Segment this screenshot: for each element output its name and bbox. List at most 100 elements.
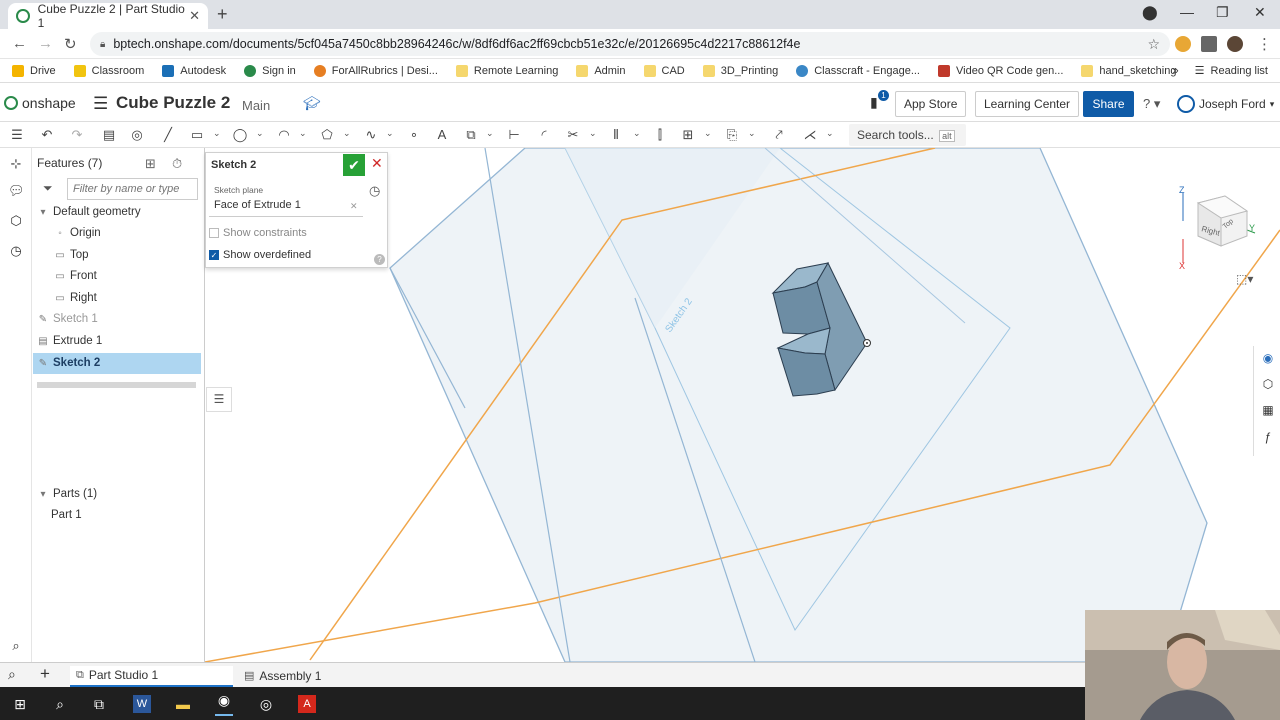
view-cube[interactable]: Right Top Z X Y xyxy=(1143,181,1263,271)
help-icon[interactable]: ? ▾ xyxy=(1143,96,1160,112)
confirm-check-icon[interactable]: ✔ xyxy=(343,154,365,176)
bookmark-drive[interactable]: Drive xyxy=(12,64,56,77)
minimize-icon[interactable]: — xyxy=(1180,4,1194,20)
acrobat-icon[interactable]: A xyxy=(298,695,316,713)
history-icon[interactable]: ◷ xyxy=(8,243,24,259)
document-title[interactable]: Cube Puzzle 2 xyxy=(116,93,230,113)
search-icon[interactable]: ⌕ xyxy=(51,695,69,713)
bookmark-hand-sketching[interactable]: hand_sketching xyxy=(1081,64,1176,77)
document-menu-icon[interactable]: ☰ xyxy=(93,94,108,114)
rectangle-tool-icon[interactable]: ▭ xyxy=(188,126,206,144)
import-dxf-icon[interactable]: ⎘ xyxy=(723,126,741,144)
rollback-timer-icon[interactable]: ⏱︎ xyxy=(172,156,182,172)
bookmark-cad[interactable]: CAD xyxy=(643,64,685,77)
comments-icon[interactable]: 💬︎ xyxy=(8,183,25,199)
search-feature-icon[interactable]: ⌕ xyxy=(8,638,24,654)
constraint-tool-icon[interactable]: ⋌ xyxy=(801,126,819,144)
feature-list-icon[interactable]: ☰ xyxy=(8,126,26,144)
offset-tool-icon[interactable]: ⫴ xyxy=(607,126,625,144)
pattern-tool-icon[interactable]: ⊞ xyxy=(679,126,697,144)
bookmark-sign-in[interactable]: Sign in xyxy=(244,64,296,77)
view-options-icon[interactable]: ⬚▾ xyxy=(1236,272,1253,286)
clear-selection-icon[interactable]: ✕ xyxy=(350,201,358,212)
extrude-icon[interactable]: ◎ xyxy=(128,126,146,144)
mirror-tool-icon[interactable]: ⫿ xyxy=(651,126,669,144)
tree-right-plane[interactable]: ▭ Right xyxy=(54,288,222,309)
task-view-icon[interactable]: ⧉ xyxy=(90,695,108,713)
recorder-icon[interactable]: ◎ xyxy=(257,695,275,713)
reload-icon[interactable]: ↻ xyxy=(64,35,77,53)
sketch-plane-field[interactable]: Sketch plane Face of Extrude 1 ✕ xyxy=(209,179,363,217)
forward-icon[interactable]: → xyxy=(38,35,53,52)
reading-list-button[interactable]: Reading list xyxy=(1211,65,1268,77)
construction-dropdown-icon[interactable]: ⌄ xyxy=(486,128,494,139)
arc-tool-icon[interactable]: ◠ xyxy=(275,126,293,144)
point-tool-icon[interactable]: ∘ xyxy=(405,126,423,144)
circle-tool-icon[interactable]: ◯ xyxy=(231,126,249,144)
bookmark-video-qr[interactable]: Video QR Code gen... xyxy=(938,64,1063,77)
tree-origin[interactable]: ◦ Origin xyxy=(54,223,222,244)
new-tab-icon[interactable]: + xyxy=(217,4,228,25)
appearance-icon[interactable]: ◉ xyxy=(1260,351,1276,367)
user-menu[interactable]: Joseph Ford ▾ xyxy=(1177,95,1274,113)
spline-dropdown-icon[interactable]: ⌄ xyxy=(386,128,394,139)
dimension-tool-icon[interactable]: ⊢ xyxy=(505,126,523,144)
branch-name[interactable]: Main xyxy=(242,98,270,113)
mass-properties-icon[interactable]: ⬡ xyxy=(1260,377,1276,393)
search-tools-field[interactable]: Search tools... alt C xyxy=(849,124,966,165)
use-tool-icon[interactable]: ⤤ xyxy=(770,126,788,144)
filter-funnel-icon[interactable]: ⏷ xyxy=(43,181,53,196)
profile-menu-icon[interactable]: ⬤ xyxy=(1142,4,1158,21)
show-overdefined-checkbox[interactable]: ✓ Show overdefined xyxy=(209,249,311,261)
help-question-icon[interactable]: ? xyxy=(374,254,385,265)
constraint-dropdown-icon[interactable]: ⌄ xyxy=(826,128,834,139)
tab-part-studio-1[interactable]: ⧉ Part Studio 1 xyxy=(70,666,233,687)
arc-dropdown-icon[interactable]: ⌄ xyxy=(299,128,307,139)
tree-part-1[interactable]: Part 1 xyxy=(51,505,219,526)
polygon-dropdown-icon[interactable]: ⌄ xyxy=(343,128,351,139)
file-explorer-icon[interactable]: ▬ xyxy=(174,695,192,713)
add-tab-icon[interactable]: + xyxy=(40,664,50,684)
line-tool-icon[interactable]: ╱ xyxy=(159,126,177,144)
rollback-bar[interactable] xyxy=(37,382,196,388)
variables-icon[interactable]: ƒ xyxy=(1260,430,1276,446)
url-field[interactable]: 🔒︎ bptech.onshape.com/documents/5cf045a7… xyxy=(90,32,1170,56)
history-clock-icon[interactable]: ◷ xyxy=(369,183,380,199)
back-icon[interactable]: ← xyxy=(12,35,27,52)
import-dropdown-icon[interactable]: ⌄ xyxy=(748,128,756,139)
measure-icon[interactable]: ▦ xyxy=(1260,403,1276,419)
onshape-logo[interactable]: onshape xyxy=(4,95,76,111)
close-window-icon[interactable]: ✕ xyxy=(1254,4,1266,21)
word-icon[interactable]: W xyxy=(133,695,151,713)
show-constraints-checkbox[interactable]: Show constraints xyxy=(209,227,307,239)
tree-sketch-2[interactable]: ✎ Sketch 2 xyxy=(33,353,201,374)
spline-tool-icon[interactable]: ∿ xyxy=(362,126,380,144)
notifications-icon[interactable]: ▮ 1 xyxy=(870,90,889,111)
tree-sketch-1[interactable]: ✎ Sketch 1 xyxy=(37,309,205,330)
trim-dropdown-icon[interactable]: ⌄ xyxy=(589,128,597,139)
bookmark-admin[interactable]: Admin xyxy=(576,64,626,77)
rectangle-dropdown-icon[interactable]: ⌄ xyxy=(213,128,221,139)
bookmark-autodesk[interactable]: Autodesk xyxy=(162,64,226,77)
circle-dropdown-icon[interactable]: ⌄ xyxy=(256,128,264,139)
bookmark-classcraft[interactable]: Classcraft - Engage... xyxy=(796,64,920,77)
tree-default-geometry[interactable]: ▾ Default geometry xyxy=(37,202,205,223)
text-tool-icon[interactable]: A xyxy=(433,126,451,144)
browser-tab[interactable]: Cube Puzzle 2 | Part Studio 1 ✕ xyxy=(8,2,208,30)
tab-manager-icon[interactable]: ⌕ xyxy=(8,666,16,683)
bookmark-star-icon[interactable]: ☆ xyxy=(1147,36,1160,53)
tree-parts[interactable]: ▾ Parts (1) xyxy=(37,484,205,505)
graduation-cap-icon[interactable]: 🎓︎ xyxy=(303,95,321,112)
trim-tool-icon[interactable]: ✂ xyxy=(564,126,582,144)
tree-extrude-1[interactable]: ▤ Extrude 1 xyxy=(37,331,205,352)
bookmark-remote-learning[interactable]: Remote Learning xyxy=(455,64,558,77)
tab-assembly-1[interactable]: ▤ Assembly 1 xyxy=(238,666,401,687)
sketch-icon[interactable]: ▤ xyxy=(100,126,118,144)
polygon-tool-icon[interactable]: ⬠ xyxy=(318,126,336,144)
extension-icon[interactable] xyxy=(1175,36,1191,52)
tree-top-plane[interactable]: ▭ Top xyxy=(54,245,222,266)
bookmark-classroom[interactable]: Classroom xyxy=(73,64,144,77)
parts-cube-icon[interactable]: ⬡ xyxy=(8,213,24,229)
redo-icon[interactable]: ↷ xyxy=(68,126,86,144)
maximize-icon[interactable]: ❐ xyxy=(1216,4,1229,21)
